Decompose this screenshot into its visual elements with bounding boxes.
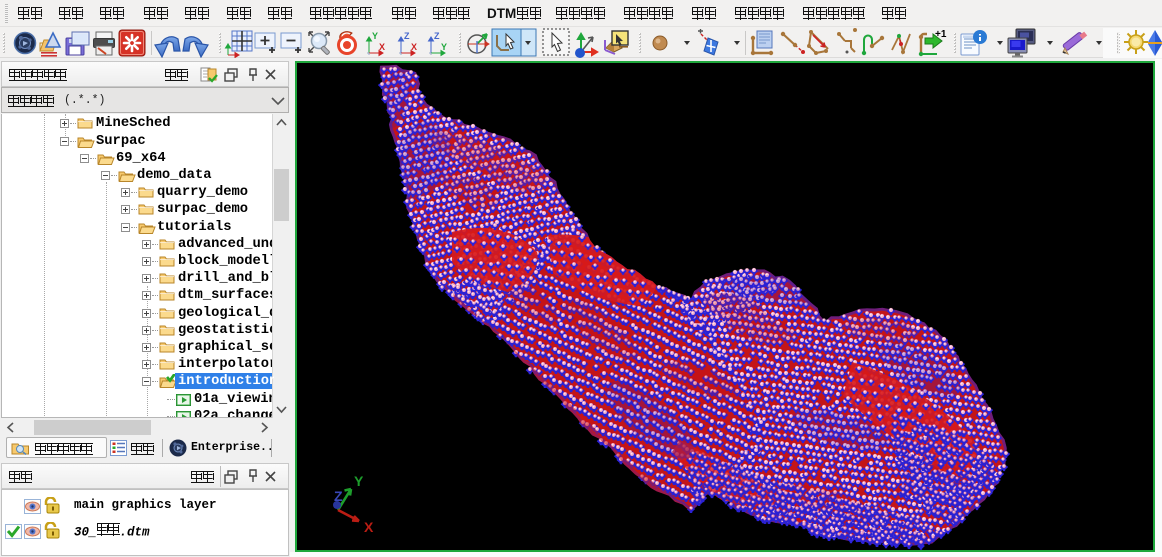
svg-text:Z: Z	[404, 31, 410, 41]
svg-text:Z: Z	[334, 488, 343, 504]
svg-text:Y: Y	[441, 42, 447, 52]
svg-text:X: X	[411, 42, 417, 52]
svg-text:Y: Y	[354, 473, 364, 489]
svg-text:+1: +1	[935, 29, 947, 40]
svg-text:X: X	[364, 519, 374, 535]
svg-text:X: X	[379, 42, 385, 52]
svg-text:Z: Z	[434, 31, 440, 41]
svg-text:Y: Y	[372, 31, 378, 41]
